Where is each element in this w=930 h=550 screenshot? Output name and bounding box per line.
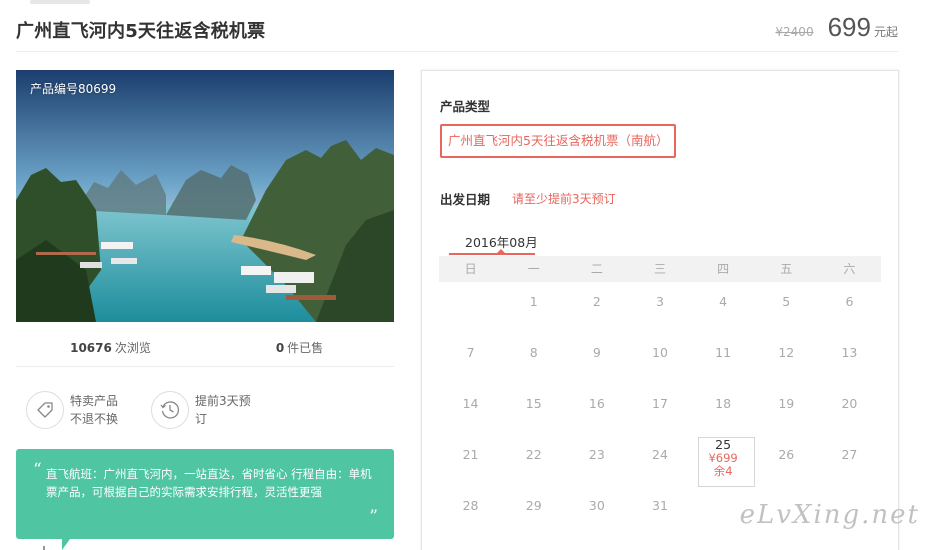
calendar-day: 29 xyxy=(525,498,542,513)
calendar-day: 11 xyxy=(715,345,732,360)
calendar-day: 15 xyxy=(525,396,542,411)
calendar-week: 14 15 16 17 18 19 20 xyxy=(439,384,881,435)
feature-text: 特卖产品 不退不换 xyxy=(70,392,118,428)
calendar-day: 16 xyxy=(588,396,605,411)
product-code: 产品编号80699 xyxy=(30,82,117,96)
weekday-header: 日 一 二 三 四 五 六 xyxy=(439,256,881,282)
calendar-day: 7 xyxy=(466,345,475,360)
calendar-day: 20 xyxy=(841,396,858,411)
feature-line: 不退不换 xyxy=(70,412,119,426)
calendar-day: 8 xyxy=(529,345,538,360)
original-price: ¥2400 xyxy=(775,25,814,39)
calendar-day: 19 xyxy=(778,396,795,411)
selected-day-stock: 余4 xyxy=(713,464,733,478)
booking-hint: 请至少提前3天预订 xyxy=(512,192,616,206)
calendar-day: 18 xyxy=(715,396,732,411)
calendar-day: 4 xyxy=(719,294,728,309)
sold-stat: 0 件已售 xyxy=(205,330,394,366)
calendar-day xyxy=(439,282,502,333)
calendar-day: 21 xyxy=(462,447,479,462)
feature-line: 特卖产品 xyxy=(70,394,119,408)
calendar-day: 1 xyxy=(529,294,538,309)
tag-icon xyxy=(26,391,64,429)
promo-box: “ 直飞航班：广州直飞河内，一站直达，省时省心 行程自由：单机票产品，可根据自己… xyxy=(16,449,394,539)
current-price: 699 xyxy=(827,12,871,42)
feature-special-sale: 特卖产品 不退不换 xyxy=(26,391,118,429)
watermark: eLvXing.net xyxy=(739,500,920,530)
calendar-day: 14 xyxy=(462,396,479,411)
promo-pointer xyxy=(62,539,76,550)
page-title: 广州直飞河内5天往返含税机票 xyxy=(16,21,266,42)
calendar-day: 6 xyxy=(845,294,854,309)
calendar-week: 1 2 3 4 5 6 xyxy=(439,282,881,333)
feature-line: 订 xyxy=(195,412,208,426)
product-image[interactable] xyxy=(16,70,394,322)
sold-count: 0 xyxy=(275,341,285,355)
calendar-week: 21 22 23 24 25 ¥699 余4 26 27 xyxy=(439,435,881,487)
calendar-day: 26 xyxy=(778,447,795,462)
calendar-day: 12 xyxy=(778,345,795,360)
weekday: 二 xyxy=(590,262,603,276)
sold-label: 件已售 xyxy=(287,341,324,355)
calendar-day-selected[interactable]: 25 ¥699 余4 xyxy=(692,435,755,487)
month-underline xyxy=(449,253,535,255)
selected-day-number: 25 xyxy=(715,437,732,452)
product-type-option[interactable]: 广州直飞河内5天往返含税机票（南航） xyxy=(440,124,677,158)
weekday: 六 xyxy=(843,262,856,276)
views-label: 次浏览 xyxy=(114,341,151,355)
weekday: 日 xyxy=(464,262,477,276)
weekday: 一 xyxy=(527,262,540,276)
price-unit: 元起 xyxy=(873,25,898,39)
departure-date-label: 出发日期 xyxy=(440,192,491,207)
calendar-day: 28 xyxy=(462,498,479,513)
feature-line: 提前3天预 xyxy=(195,394,251,408)
calendar-day: 2 xyxy=(592,294,601,309)
calendar-day: 24 xyxy=(652,447,668,462)
calendar-day: 13 xyxy=(841,345,858,360)
weekday: 五 xyxy=(780,262,793,276)
price-block: ¥2400 699 元起 xyxy=(775,12,898,43)
stats-divider xyxy=(16,366,394,367)
calendar-day: 23 xyxy=(588,447,605,462)
close-quote-icon: ” xyxy=(369,507,378,527)
weekday: 三 xyxy=(653,262,666,276)
header-divider xyxy=(16,51,898,52)
calendar-day: 22 xyxy=(525,447,542,462)
feature-advance-booking: 提前3天预 订 xyxy=(151,391,251,429)
product-type-label: 产品类型 xyxy=(440,99,491,114)
calendar-day: 9 xyxy=(592,345,601,360)
calendar-day: 17 xyxy=(652,396,668,411)
calendar-day: 31 xyxy=(652,498,668,513)
feature-text: 提前3天预 订 xyxy=(195,392,251,428)
views-count: 10676 xyxy=(70,341,112,355)
calendar-day: 10 xyxy=(652,345,668,360)
open-quote-icon: “ xyxy=(33,460,42,480)
calendar-day: 27 xyxy=(841,447,858,462)
promo-text: 直飞航班：广州直飞河内，一站直达，省时省心 行程自由：单机票产品，可根据自己的实… xyxy=(46,467,372,499)
booking-panel: 产品类型 广州直飞河内5天往返含税机票（南航） 出发日期 请至少提前3天预订 2… xyxy=(421,70,899,550)
calendar-day: 5 xyxy=(782,294,791,309)
decorative-mark xyxy=(43,546,45,550)
product-stats: 10676 次浏览 0 件已售 xyxy=(16,330,394,366)
clock-icon xyxy=(151,391,189,429)
calendar-grid: 1 2 3 4 5 6 7 8 9 10 11 12 13 14 15 16 1… xyxy=(439,282,881,537)
top-divider xyxy=(30,0,90,4)
calendar-day: 30 xyxy=(588,498,605,513)
views-stat: 10676 次浏览 xyxy=(16,330,205,366)
calendar-week: 7 8 9 10 11 12 13 xyxy=(439,333,881,384)
calendar-day: 3 xyxy=(656,294,664,309)
weekday: 四 xyxy=(717,262,730,276)
